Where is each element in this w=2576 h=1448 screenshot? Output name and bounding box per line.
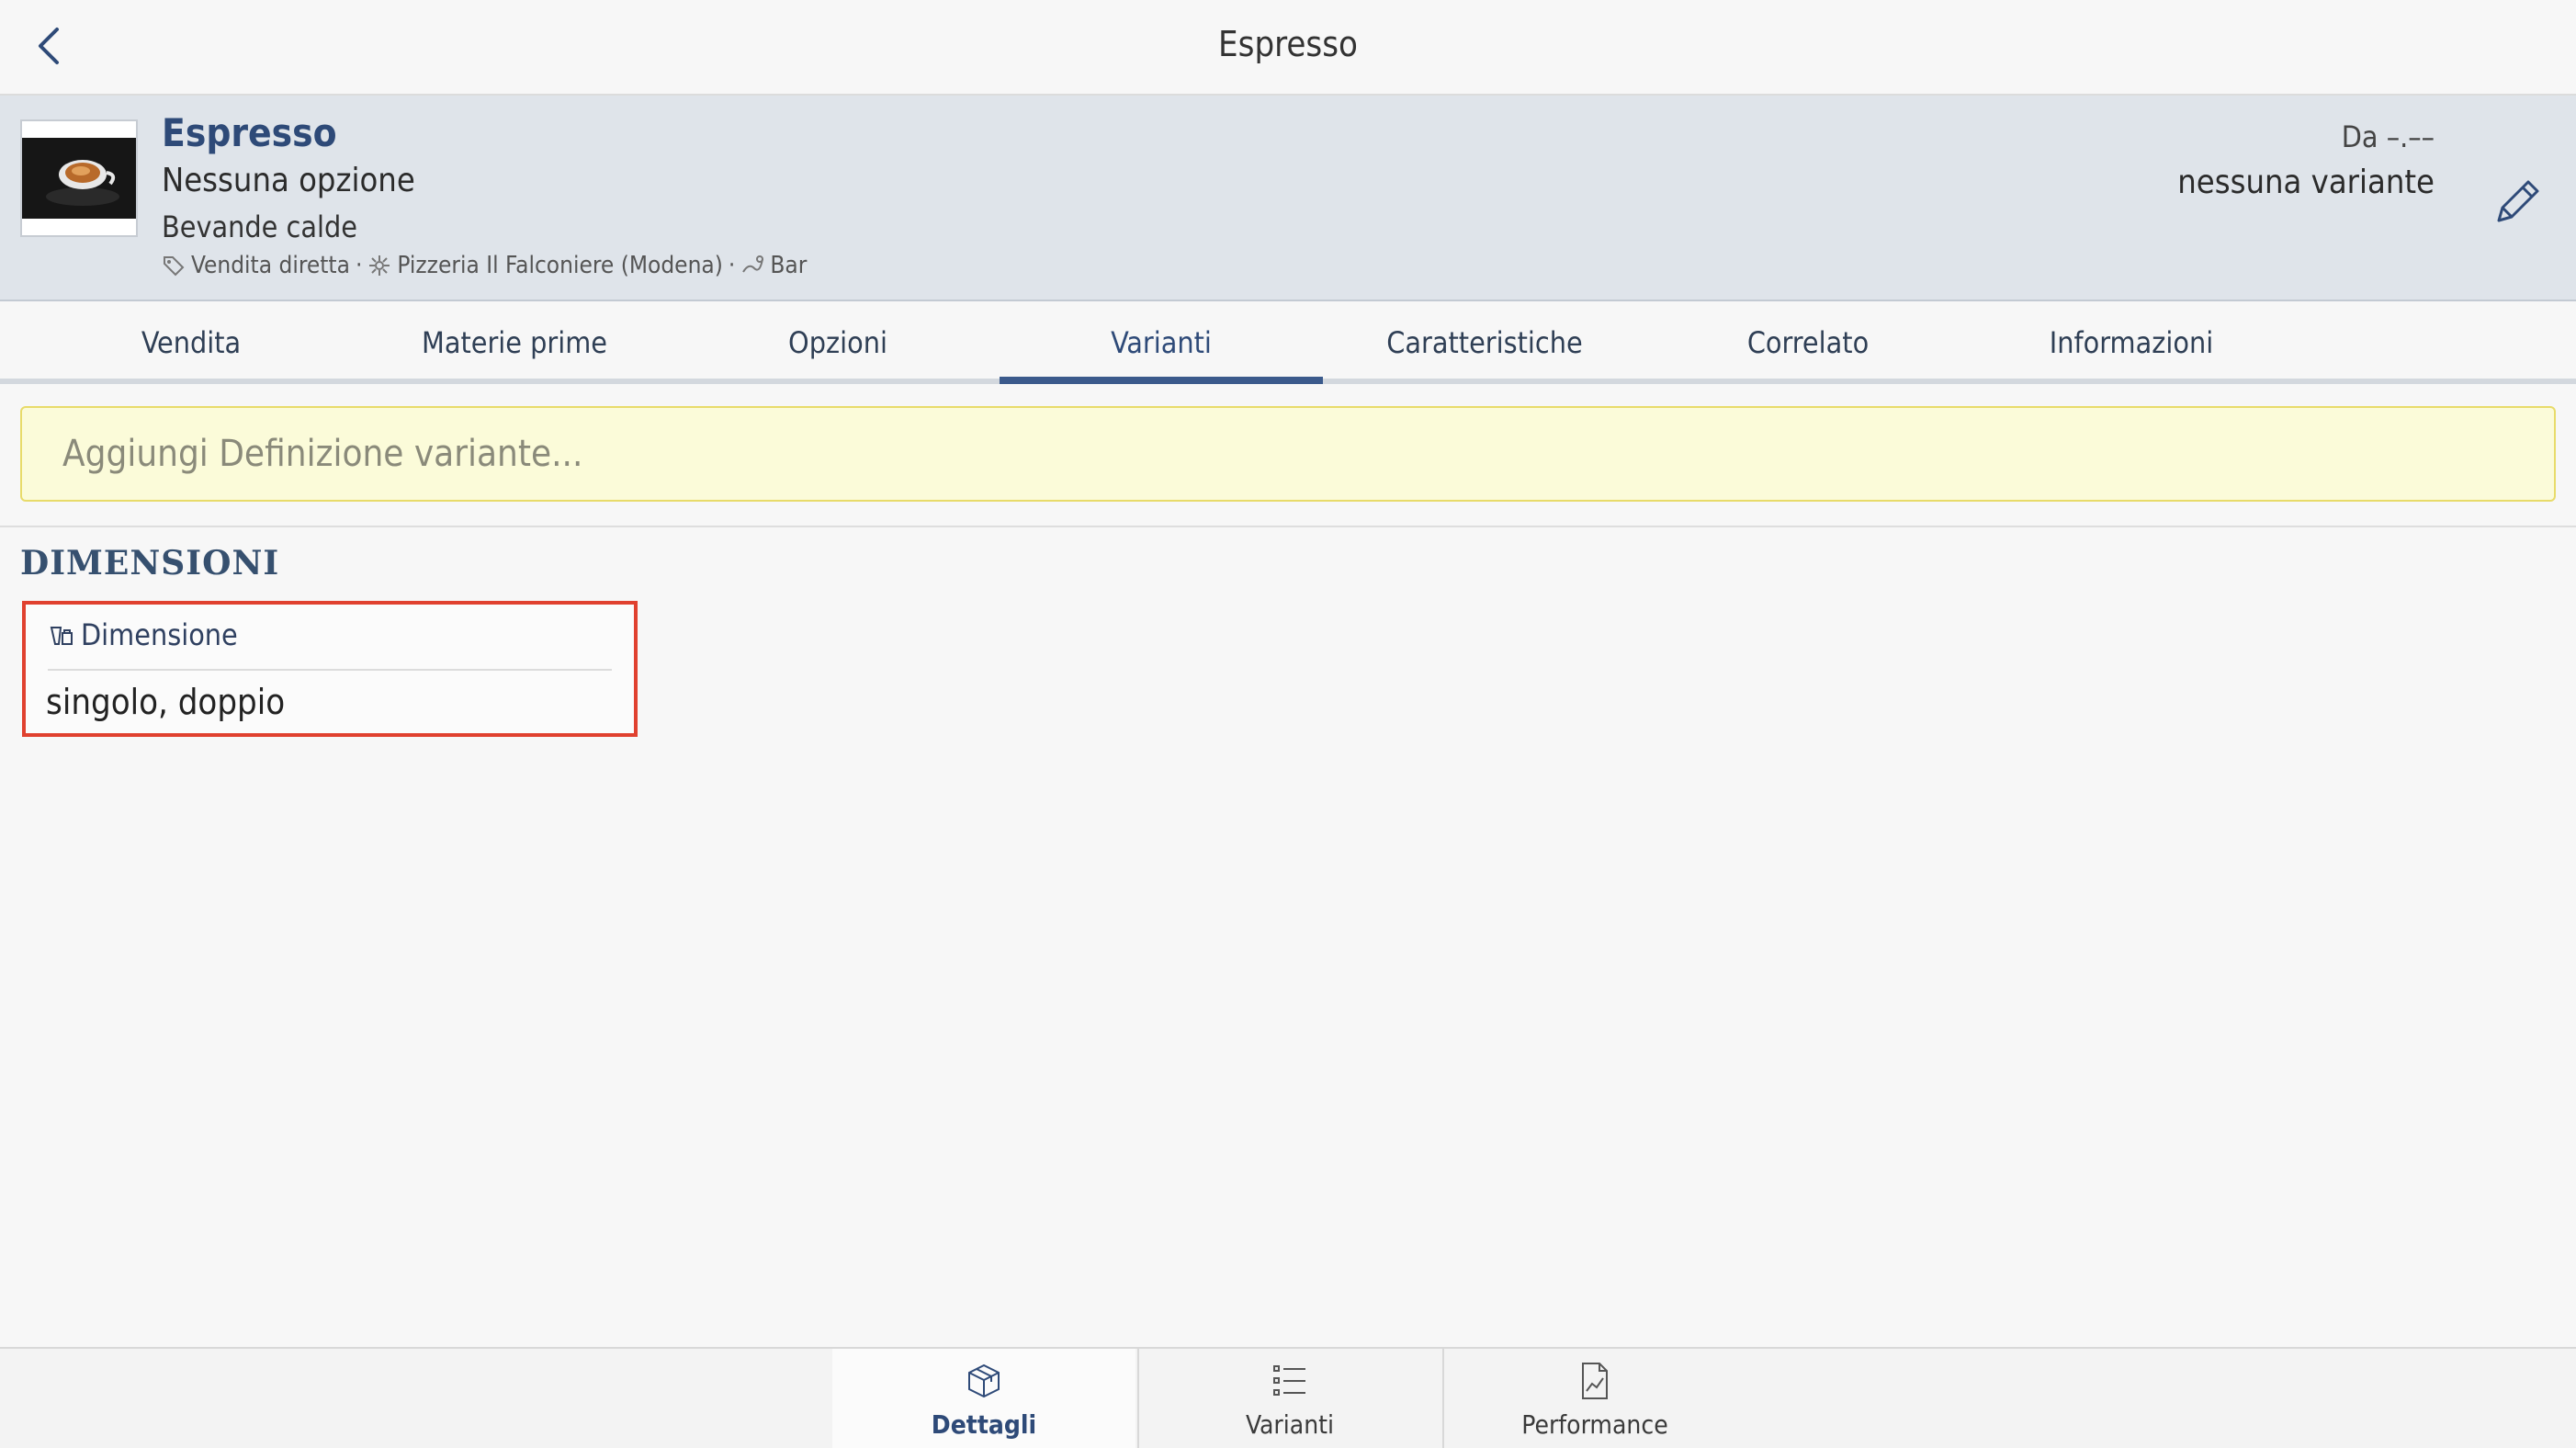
bottom-tab-label: Dettagli: [931, 1409, 1037, 1440]
tab-caratteristiche[interactable]: Caratteristiche: [1323, 301, 1646, 379]
dimension-card[interactable]: Dimensione singolo, doppio: [22, 601, 638, 737]
store-icon: [369, 255, 390, 276]
dimension-values: singolo, doppio: [46, 682, 286, 722]
page-title: Espresso: [1218, 24, 1358, 64]
bottom-tab-label: Performance: [1521, 1409, 1668, 1440]
tab-opzioni[interactable]: Opzioni: [676, 301, 1000, 379]
section-tabs: Vendita Materie prime Opzioni Varianti C…: [0, 301, 2576, 384]
bottom-tab-varianti[interactable]: Varianti: [1137, 1349, 1441, 1448]
bottom-tab-label: Varianti: [1245, 1409, 1335, 1440]
tag-department: Bar: [770, 252, 808, 279]
tab-informazioni[interactable]: Informazioni: [1970, 301, 2293, 379]
product-category: Bevande calde: [162, 209, 357, 244]
price-label: Da –.––: [2341, 119, 2435, 154]
pencil-icon: [2497, 180, 2539, 222]
chart-icon: [1582, 1363, 1608, 1399]
add-variant-definition-field[interactable]: Aggiungi Definizione variante...: [20, 406, 2556, 502]
dimension-label: Dimensione: [48, 617, 238, 652]
route-icon: [742, 255, 764, 273]
dimension-label-text: Dimensione: [81, 617, 238, 652]
tag-sales-type: Vendita diretta: [191, 252, 350, 279]
tab-correlato[interactable]: Correlato: [1646, 301, 1970, 379]
tag-icon: [164, 256, 185, 277]
box-icon: [968, 1363, 1000, 1398]
tab-varianti[interactable]: Varianti: [1000, 301, 1323, 384]
navigation-bar: Espresso: [0, 0, 2576, 96]
cups-icon: [50, 627, 73, 645]
bottom-tab-performance[interactable]: Performance: [1442, 1349, 1746, 1448]
product-option: Nessuna opzione: [162, 162, 415, 199]
tab-vendita[interactable]: Vendita: [29, 301, 353, 379]
card-separator: [48, 669, 612, 671]
variant-summary: nessuna variante: [2177, 164, 2435, 201]
tab-materie-prime[interactable]: Materie prime: [353, 301, 676, 379]
product-thumbnail[interactable]: [20, 119, 138, 237]
product-header: Espresso Nessuna opzione Bevande calde V…: [0, 96, 2576, 301]
divider: [0, 526, 2576, 527]
tag-separator: ·: [355, 252, 363, 279]
bottom-tab-dettagli[interactable]: Dettagli: [832, 1349, 1135, 1448]
espresso-photo: [22, 138, 136, 219]
tag-location: Pizzeria Il Falconiere (Modena): [397, 252, 723, 279]
product-name: Espresso: [162, 110, 337, 155]
edit-button[interactable]: [2486, 171, 2548, 233]
list-icon: [1273, 1365, 1305, 1396]
tag-separator: ·: [728, 252, 736, 279]
bottom-tab-bar: Dettagli Varianti Performance: [0, 1347, 2576, 1448]
product-tags: Vendita diretta · Pizzeria Il Falconiere…: [162, 252, 807, 279]
section-title: DIMENSIONI: [20, 544, 280, 583]
